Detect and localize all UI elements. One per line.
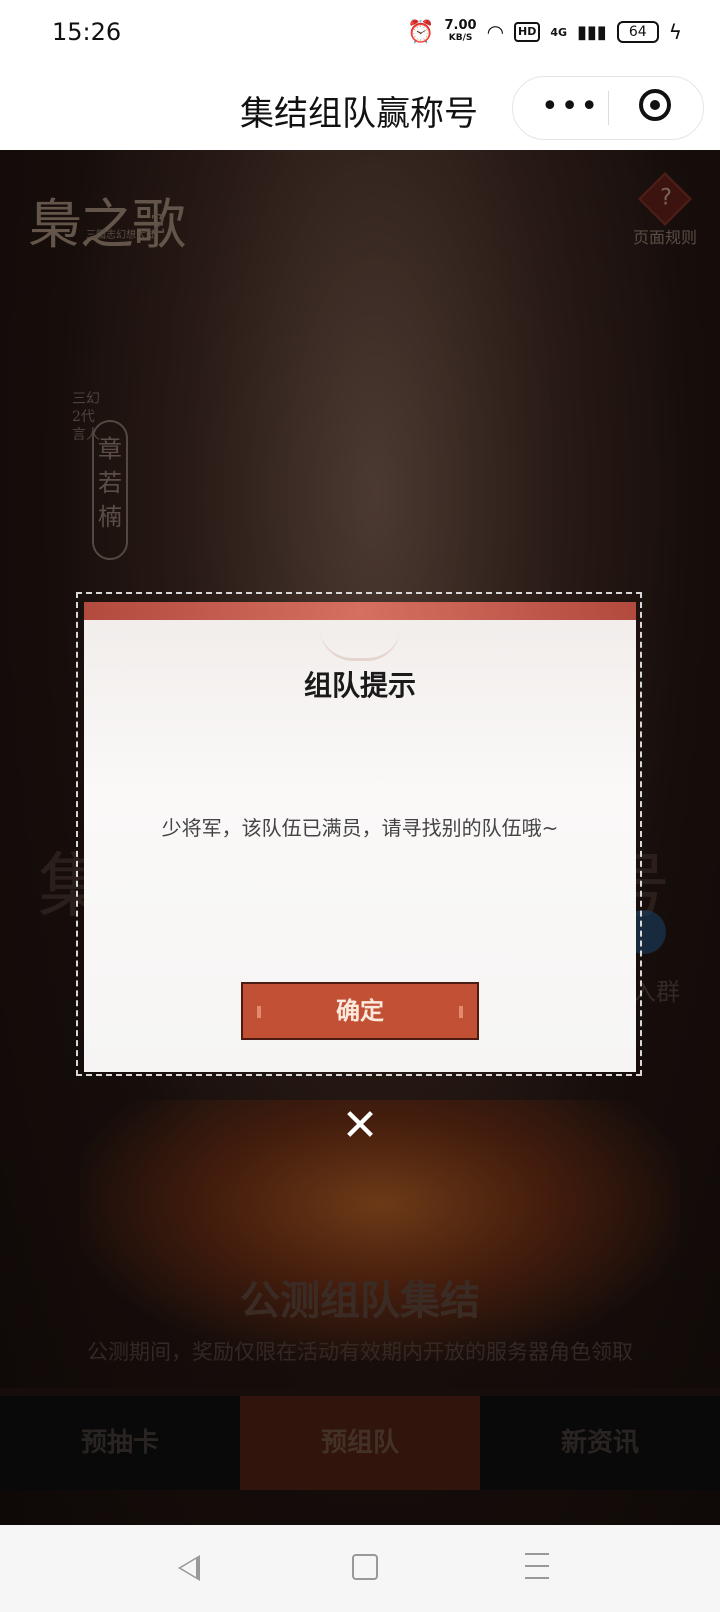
modal-message: 少将军，该队伍已满员，请寻找别的队伍哦~ — [161, 816, 559, 840]
network-label: 4G — [550, 25, 568, 39]
wifi-icon: ◠ — [486, 20, 505, 44]
hd-icon: HD — [514, 22, 541, 42]
confirm-button[interactable]: 确定 — [241, 982, 479, 1040]
back-icon[interactable] — [178, 1555, 200, 1581]
close-icon[interactable]: ✕ — [338, 1104, 382, 1148]
mini-program-capsule: ••• — [512, 76, 704, 140]
target-icon[interactable] — [639, 89, 671, 121]
battery-icon: 64 — [616, 21, 659, 43]
home-icon[interactable] — [352, 1554, 378, 1580]
team-tip-modal: 组队提示 少将军，该队伍已满员，请寻找别的队伍哦~ 确定 — [84, 602, 636, 1072]
alarm-icon: ⏰ — [407, 19, 435, 45]
status-icons: ⏰ 7.00 KB/S ◠ HD 4G ▮▮▮ 64 ϟ — [407, 18, 682, 46]
capsule-divider — [608, 91, 609, 125]
menu-icon[interactable] — [525, 1553, 549, 1579]
page-title: 集结组队赢称号 — [240, 94, 478, 134]
status-bar: 15:26 ⏰ 7.00 KB/S ◠ HD 4G ▮▮▮ 64 ϟ — [0, 0, 720, 64]
charging-icon: ϟ — [668, 20, 682, 44]
modal-ornament — [320, 628, 400, 661]
modal-top-border — [84, 602, 636, 620]
status-time: 15:26 — [52, 18, 122, 46]
system-nav-bar — [0, 1525, 720, 1612]
more-dots-icon[interactable]: ••• — [541, 89, 600, 124]
modal-title: 组队提示 — [303, 669, 416, 702]
signal-icon: ▮▮▮ — [577, 21, 607, 43]
net-speed: 7.00 KB/S — [444, 18, 477, 43]
